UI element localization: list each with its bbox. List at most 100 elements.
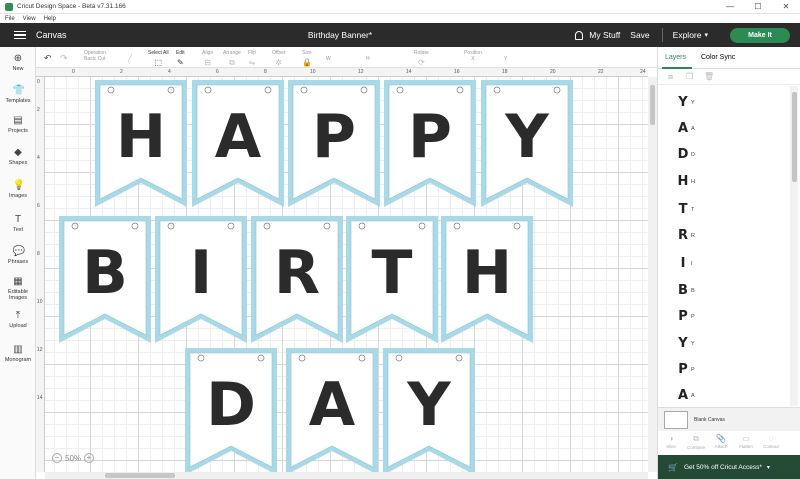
shapes-tool[interactable]: ◆ Shapes	[0, 147, 36, 166]
templates-tool[interactable]: 👕 Templates	[0, 85, 36, 104]
blank-canvas-row[interactable]: Blank Canvas	[658, 407, 800, 431]
pennant-a-2[interactable]: A	[285, 347, 379, 472]
offset-button[interactable]: Offset ✲	[272, 50, 285, 67]
contour-button[interactable]: ◌ Contour	[760, 434, 782, 449]
save-button[interactable]: Save	[630, 30, 649, 40]
cricut-access-promo[interactable]: 🛒 Get 50% off Cricut Access* ▾	[658, 455, 800, 479]
pennant-letter: B	[82, 238, 128, 308]
make-it-button[interactable]: Make It	[730, 27, 790, 43]
combine-button[interactable]: ⧉ Combine	[685, 434, 707, 450]
arrange-dropdown[interactable]: Arrange ⧉	[223, 50, 241, 68]
menu-file[interactable]: File	[5, 16, 15, 22]
menu-view[interactable]: View	[23, 16, 36, 22]
layer-item[interactable]: DD	[658, 147, 798, 165]
chevron-down-icon[interactable]: ▾	[704, 31, 708, 39]
images-tool[interactable]: 💡 Images	[0, 180, 36, 199]
pennant-r[interactable]: R	[250, 215, 344, 345]
align-dropdown[interactable]: Align ⊟	[202, 50, 213, 67]
rotate-field[interactable]: Rotate ⟳	[414, 50, 429, 67]
zoom-level: 50%	[65, 453, 82, 463]
pennant-p[interactable]: P	[287, 79, 381, 209]
layers-panel: Layers Color Sync ⧈ ❐ 🗑 YY AA DD HH TT R…	[657, 47, 800, 479]
position-x-field[interactable]: Position X	[464, 50, 482, 62]
plus-circle-icon: ⊕	[13, 53, 23, 64]
layer-item[interactable]: II	[658, 256, 798, 274]
scroll-thumb[interactable]	[791, 92, 797, 182]
shirt-icon: 👕	[12, 85, 25, 96]
layer-item[interactable]: YY	[658, 95, 798, 113]
layer-item[interactable]: PP	[658, 362, 798, 380]
pennant-y-2[interactable]: Y	[382, 347, 476, 472]
canvas-color-swatch[interactable]	[664, 411, 688, 429]
pennant-a[interactable]: A	[191, 79, 285, 209]
phrases-tool[interactable]: 💬 Phrases	[0, 246, 36, 265]
text-tool[interactable]: T Text	[0, 214, 36, 233]
maximize-button[interactable]: ☐	[744, 0, 772, 14]
bell-icon[interactable]	[575, 30, 584, 40]
flatten-button[interactable]: ▭ Flatten	[735, 434, 757, 449]
pennant-y[interactable]: Y	[480, 79, 574, 209]
upload-tool[interactable]: ⤒ Upload	[0, 310, 36, 329]
pennant-b[interactable]: B	[58, 215, 152, 345]
operation-dropdown[interactable]: Operation Basic Cut	[84, 50, 106, 62]
horizontal-ruler: 0 2 4 6 8 10 12 14 16 18 20 22 24	[36, 68, 648, 77]
size-height-field[interactable]: H	[366, 50, 370, 62]
layer-item[interactable]: TT	[658, 202, 798, 220]
redo-icon[interactable]: ↷	[60, 53, 68, 64]
vertical-ruler: 0 2 4 6 8 10 12 14	[36, 77, 45, 472]
layer-item[interactable]: AA	[658, 121, 798, 139]
duplicate-icon[interactable]: ❐	[686, 72, 693, 81]
zoom-out-button[interactable]: −	[52, 453, 62, 463]
design-canvas[interactable]: H A P P Y B I R T H D A Y	[45, 77, 648, 472]
attach-button[interactable]: 📎 Attach	[710, 434, 732, 449]
pennant-d[interactable]: D	[184, 347, 278, 472]
canvas-vertical-scrollbar[interactable]	[648, 77, 657, 472]
monogram-tool[interactable]: ▥ Monogram	[0, 344, 36, 363]
explore-button[interactable]: Explore	[673, 30, 702, 40]
my-stuff-button[interactable]: My Stuff	[589, 30, 620, 40]
pennant-i[interactable]: I	[154, 215, 248, 345]
ruler-tick-label: 4	[37, 155, 40, 161]
layer-item[interactable]: RR	[658, 228, 798, 246]
layer-item[interactable]: YY	[658, 336, 798, 354]
canvas-horizontal-scrollbar[interactable]	[45, 472, 648, 479]
projects-tool[interactable]: ▤ Projects	[0, 115, 36, 134]
scroll-thumb[interactable]	[650, 85, 655, 125]
tab-layers[interactable]: Layers	[665, 54, 686, 61]
menu-help[interactable]: Help	[44, 16, 56, 22]
pennant-t[interactable]: T	[345, 215, 439, 345]
slice-button[interactable]: ◑ Slice	[660, 434, 682, 449]
minimize-button[interactable]: —	[716, 0, 744, 14]
position-y-field[interactable]: Y	[504, 50, 507, 62]
linetype-swatch-icon[interactable]: ╱	[128, 54, 132, 62]
document-title[interactable]: Birthday Banner*	[285, 30, 395, 40]
edit-button[interactable]: Edit ✎	[176, 50, 185, 67]
pennant-h-2[interactable]: H	[440, 215, 534, 345]
delete-icon[interactable]: 🗑	[704, 72, 714, 81]
undo-icon[interactable]: ↶	[44, 53, 52, 64]
tab-color-sync[interactable]: Color Sync	[701, 54, 735, 61]
close-window-button[interactable]: ✕	[772, 0, 800, 14]
size-width-field[interactable]: W	[326, 50, 331, 62]
pennant-letter: T	[371, 238, 413, 308]
size-lock[interactable]: Size 🔒	[302, 50, 312, 67]
speech-bubble-icon: 💬	[12, 246, 25, 257]
select-all-button[interactable]: Select All ⬚	[148, 50, 169, 67]
editable-images-tool[interactable]: ▦ Editable Images	[0, 276, 36, 301]
group-icon[interactable]: ⧈	[668, 72, 673, 82]
pennant-letter: A	[308, 370, 356, 440]
scroll-thumb[interactable]	[105, 473, 175, 478]
layer-item[interactable]: PP	[658, 309, 798, 327]
pennant-h[interactable]: H	[94, 79, 188, 209]
pennant-p-2[interactable]: P	[383, 79, 477, 209]
layer-item[interactable]: AA	[658, 388, 798, 406]
zoom-in-button[interactable]: +	[84, 453, 95, 463]
layers-scrollbar[interactable]	[790, 86, 798, 406]
layer-name: A	[691, 393, 695, 399]
hamburger-menu-icon[interactable]	[14, 30, 26, 40]
ruler-tick-label: 6	[216, 69, 219, 75]
layer-item[interactable]: BB	[658, 283, 798, 301]
flip-dropdown[interactable]: Flip ⇋	[248, 50, 256, 67]
layer-item[interactable]: HH	[658, 174, 798, 192]
new-tool[interactable]: ⊕ New	[0, 53, 36, 72]
